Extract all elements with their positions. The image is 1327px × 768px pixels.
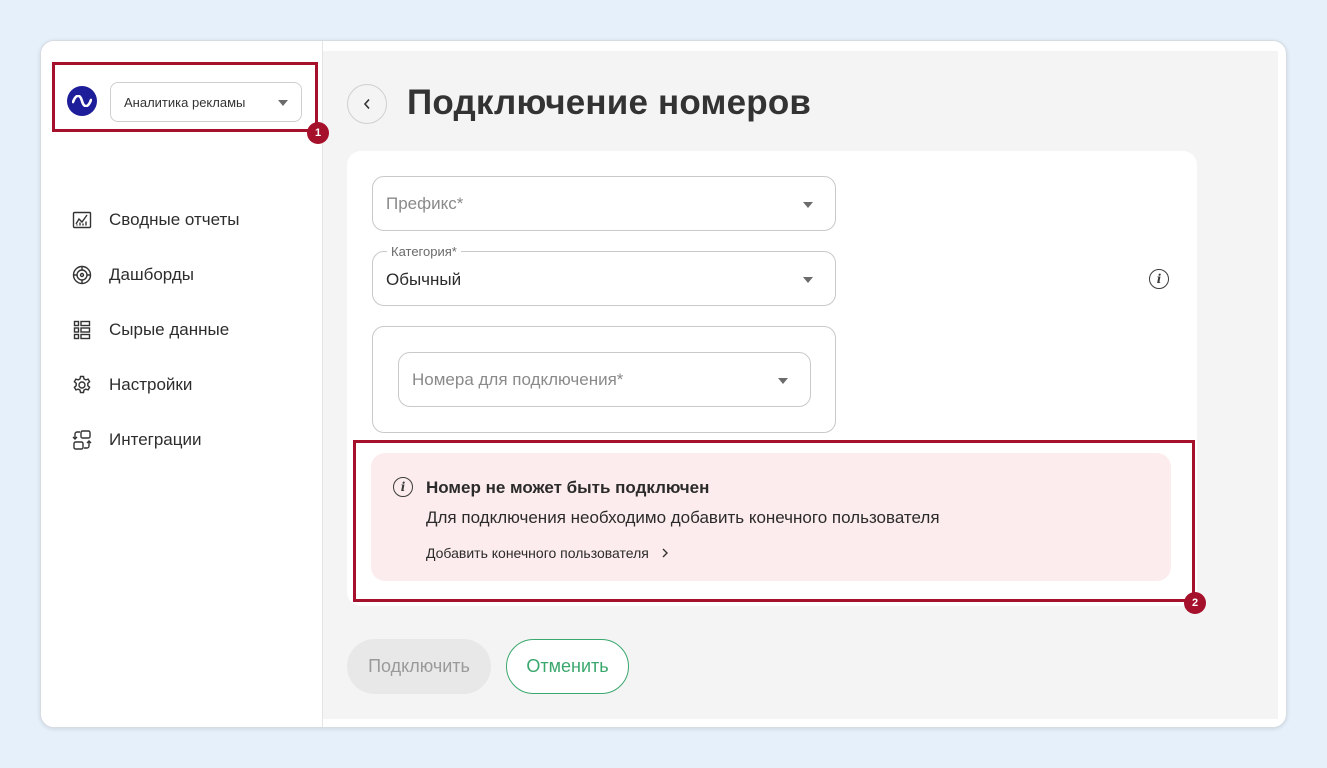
numbers-select[interactable]: Номера для подключения* [398,352,811,407]
numbers-placeholder: Номера для подключения* [412,370,624,389]
sidebar-item-settings[interactable]: Настройки [71,372,192,398]
connect-button[interactable]: Подключить [347,639,491,694]
raw-data-icon [71,319,93,341]
annotation-badge: 2 [1184,592,1206,614]
annotation-badge: 1 [307,122,329,144]
sidebar-item-label: Сводные отчеты [109,210,240,229]
cancel-button[interactable]: Отменить [506,639,629,694]
sidebar-item-label: Сырые данные [109,320,230,339]
prefix-select[interactable]: Префикс* [372,176,836,231]
sidebar: Аналитика рекламы Сводные отчеты Дашборд… [41,41,323,727]
report-chart-icon [71,209,93,231]
dashboard-icon [71,264,93,286]
page-title: Подключение номеров [407,83,812,122]
sidebar-item-raw-data[interactable]: Сырые данные [71,317,229,343]
highlight-box-app-selector [52,62,318,132]
integrations-icon [71,429,93,451]
chevron-down-icon [803,202,813,208]
info-icon[interactable]: i [1149,269,1169,289]
chevron-down-icon [803,277,813,283]
main-content: Подключение номеров Префикс* Категория* … [323,51,1278,719]
highlight-box-alert [353,440,1195,602]
sidebar-item-label: Настройки [109,375,193,394]
category-label: Категория* [387,244,461,259]
sidebar-item-reports[interactable]: Сводные отчеты [71,207,240,233]
sidebar-item-label: Интеграции [109,430,202,449]
prefix-placeholder: Префикс* [386,194,464,213]
chevron-down-icon [778,378,788,384]
category-select[interactable]: Категория* Обычный [372,244,836,306]
sidebar-item-dashboards[interactable]: Дашборды [71,262,194,288]
back-button[interactable] [347,84,387,124]
numbers-group: Номера для подключения* [372,326,836,433]
sidebar-item-integrations[interactable]: Интеграции [71,427,202,453]
app-window: Аналитика рекламы Сводные отчеты Дашборд… [40,40,1287,728]
sidebar-item-label: Дашборды [109,265,194,284]
gear-icon [71,374,93,396]
category-value: Обычный [386,270,462,289]
chevron-left-icon [363,98,370,110]
